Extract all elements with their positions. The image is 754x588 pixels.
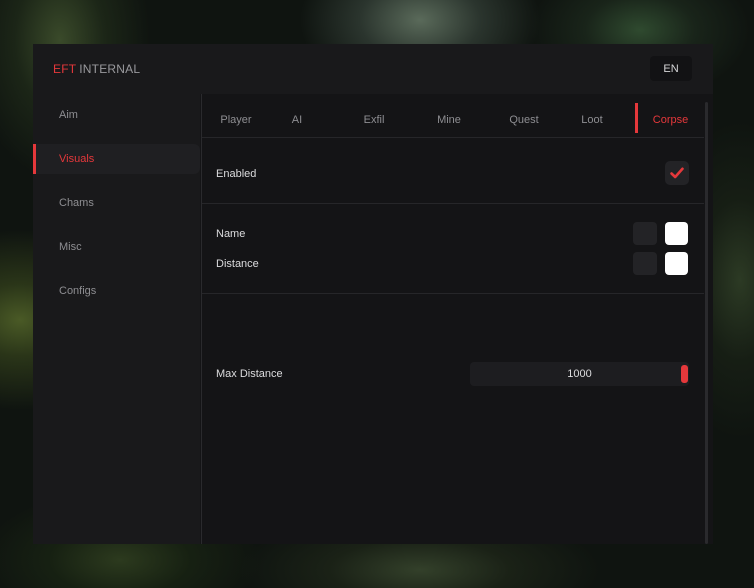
tab-corpse[interactable]: Corpse [635,102,703,138]
tab-exfil[interactable]: Exfil [336,102,412,138]
distance-color-swatch[interactable] [665,252,688,275]
tab-bar: Player AI Exfil Mine Quest Loot Corpse [202,102,704,138]
app-title-rest: INTERNAL [79,62,141,76]
sidebar-item-visuals[interactable]: Visuals [33,144,200,174]
app-title: EFT INTERNAL [53,62,140,76]
sidebar-item-configs[interactable]: Configs [33,276,200,306]
checkmark-icon [670,167,684,179]
tab-player[interactable]: Player [204,102,268,138]
slider-handle[interactable] [681,365,688,383]
sidebar: Aim Visuals Chams Misc Configs [33,94,200,544]
sidebar-item-aim[interactable]: Aim [33,100,200,130]
sidebar-item-label: Aim [59,109,78,121]
name-toggle[interactable] [633,222,657,245]
tab-mine[interactable]: Mine [412,102,486,138]
sidebar-item-label: Configs [59,285,97,297]
max-distance-label: Max Distance [216,368,283,380]
sidebar-item-label: Misc [59,241,82,253]
tab-corpse-label: Corpse [652,114,689,126]
scrollbar[interactable] [705,102,708,544]
max-distance-value: 1000 [567,368,592,380]
enabled-checkbox[interactable] [665,161,689,185]
max-distance-slider[interactable]: 1000 [470,362,689,386]
sidebar-item-chams[interactable]: Chams [33,188,200,218]
sidebar-item-misc[interactable]: Misc [33,232,200,262]
main-window: EFT INTERNAL EN Aim Visuals Chams Misc Co… [33,44,713,544]
distance-label: Distance [216,258,259,270]
app-brand: EFT [53,62,77,76]
enabled-section: Enabled [202,138,704,204]
title-bar: EFT INTERNAL EN [33,44,713,94]
name-label: Name [216,228,246,240]
language-button[interactable]: EN [650,56,692,81]
sidebar-item-label: Chams [59,197,94,209]
tab-ai[interactable]: AI [268,102,326,138]
name-color-swatch[interactable] [665,222,688,245]
tab-quest[interactable]: Quest [486,102,562,138]
labels-section: Name Distance [202,204,704,294]
sidebar-item-label: Visuals [59,153,95,165]
distance-toggle[interactable] [633,252,657,275]
enabled-label: Enabled [216,168,257,180]
tab-loot[interactable]: Loot [562,102,622,138]
content-panel: Player AI Exfil Mine Quest Loot Corpse E… [201,94,704,544]
